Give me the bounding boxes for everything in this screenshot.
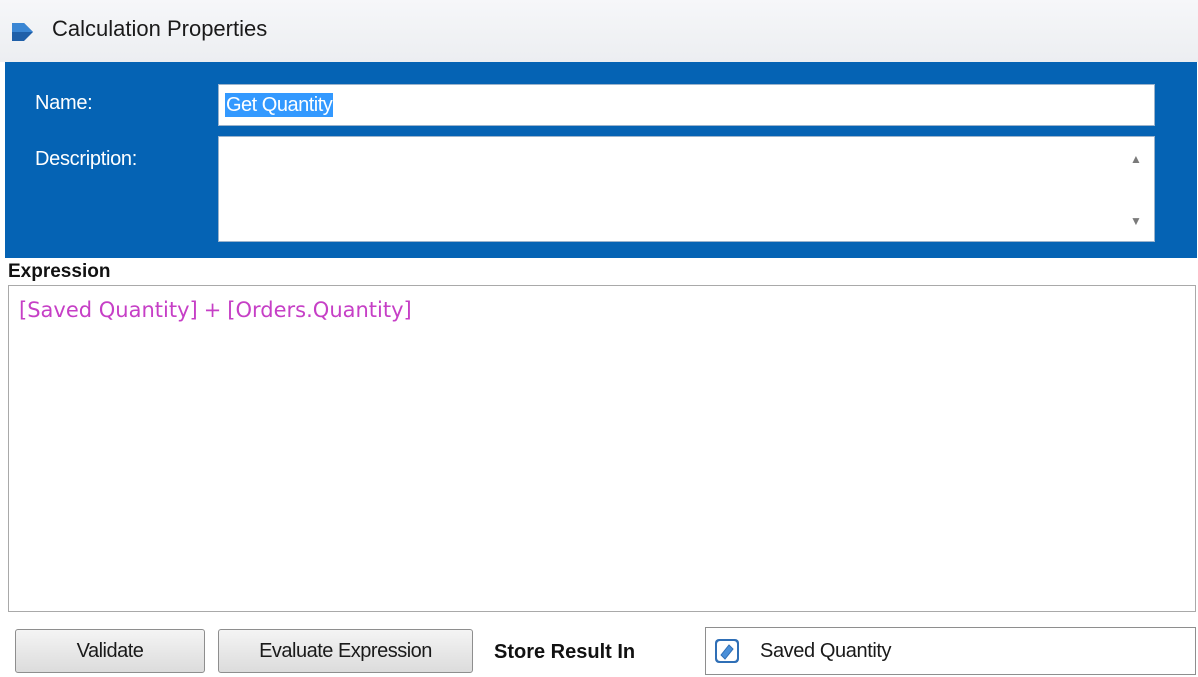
evaluate-expression-button[interactable]: Evaluate Expression (218, 629, 473, 673)
expression-operator: + (203, 298, 222, 322)
store-result-label: Store Result In (494, 641, 636, 663)
expression-operand-left: [Saved Quantity] (19, 298, 198, 322)
store-result-value: Saved Quantity (760, 640, 892, 662)
validate-button[interactable]: Validate (15, 629, 205, 673)
description-label: Description: (35, 148, 137, 170)
properties-panel: Name: Get Quantity Description: ▲ ▼ (5, 62, 1197, 258)
blue-arrow-icon (12, 23, 33, 41)
window-title: Calculation Properties (52, 16, 268, 41)
title-bar: Calculation Properties (0, 0, 1198, 62)
scroll-down-icon[interactable]: ▼ (1128, 213, 1144, 229)
name-input-value: Get Quantity (225, 93, 334, 117)
expression-label: Expression (8, 261, 111, 282)
variable-icon (715, 639, 739, 663)
scroll-up-icon[interactable]: ▲ (1128, 151, 1144, 167)
name-input[interactable]: Get Quantity (218, 84, 1155, 126)
expression-text: [Saved Quantity] + [Orders.Quantity] (19, 298, 412, 322)
expression-operand-right: [Orders.Quantity] (227, 298, 412, 322)
expression-editor[interactable]: [Saved Quantity] + [Orders.Quantity] (8, 285, 1196, 612)
store-result-field[interactable]: Saved Quantity (705, 627, 1196, 675)
name-label: Name: (35, 92, 93, 114)
description-input[interactable]: ▲ ▼ (218, 136, 1155, 242)
